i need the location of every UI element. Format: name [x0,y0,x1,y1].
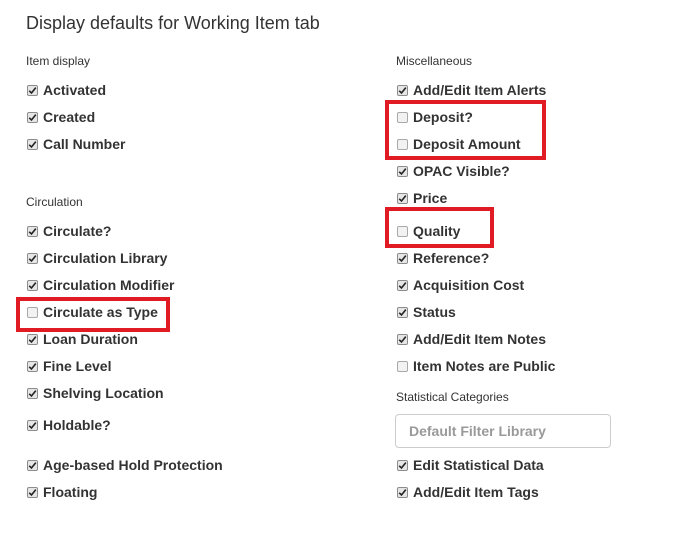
option-label: Floating [43,484,98,500]
option-circulate[interactable]: Circulate? [27,222,111,240]
option-label: Activated [43,82,107,98]
option-status[interactable]: Status [397,303,456,321]
checkmark-icon [398,254,407,262]
option-label: Add/Edit Item Alerts [413,82,547,98]
highlight-box-circulate-as-type [16,297,170,332]
option-label: Acquisition Cost [413,277,525,293]
checkmark-icon [398,335,407,343]
section-heading-miscellaneous: Miscellaneous [396,54,473,68]
option-reference[interactable]: Reference? [397,249,489,267]
option-label: Price [413,190,448,206]
checkmark-icon [28,86,37,94]
checkbox[interactable] [397,279,408,291]
option-label: Shelving Location [43,385,164,401]
filter-library-select[interactable]: Default Filter Library [395,414,611,448]
option-label: OPAC Visible? [413,163,510,179]
option-price[interactable]: Price [397,189,447,207]
checkbox[interactable] [397,306,408,318]
option-add-edit-item-alerts[interactable]: Add/Edit Item Alerts [397,81,546,99]
checkbox[interactable] [27,459,38,471]
option-acquisition-cost[interactable]: Acquisition Cost [397,276,524,294]
checkmark-icon [398,488,407,496]
option-label: Holdable? [43,417,111,433]
section-heading-statistical-categories: Statistical Categories [396,390,509,404]
section-heading-item-display: Item display [26,54,91,68]
checkmark-icon [28,281,37,289]
checkbox[interactable] [27,111,38,123]
checkbox[interactable] [397,486,408,498]
checkbox[interactable] [397,333,408,345]
option-label: Fine Level [43,358,112,374]
option-created[interactable]: Created [27,108,95,126]
checkbox[interactable] [397,360,408,372]
checkbox[interactable] [27,225,38,237]
option-circulation-library[interactable]: Circulation Library [27,249,167,267]
highlight-box-deposit [385,100,546,160]
checkmark-icon [28,254,37,262]
option-edit-statistical-data[interactable]: Edit Statistical Data [397,456,544,474]
checkbox[interactable] [397,192,408,204]
option-circulation-modifier[interactable]: Circulation Modifier [27,276,174,294]
checkbox[interactable] [27,138,38,150]
checkbox[interactable] [27,387,38,399]
checkbox[interactable] [397,84,408,96]
checkmark-icon [28,227,37,235]
checkmark-icon [398,461,407,469]
option-add-edit-item-notes[interactable]: Add/Edit Item Notes [397,330,546,348]
option-activated[interactable]: Activated [27,81,106,99]
checkbox[interactable] [397,252,408,264]
option-label: Edit Statistical Data [413,457,544,473]
checkmark-icon [28,362,37,370]
option-label: Loan Duration [43,331,138,347]
checkmark-icon [28,389,37,397]
option-item-notes-are-public[interactable]: Item Notes are Public [397,357,555,375]
option-fine-level[interactable]: Fine Level [27,357,111,375]
checkmark-icon [28,113,37,121]
checkmark-icon [398,281,407,289]
option-label: Item Notes are Public [413,358,556,374]
option-label: Circulation Library [43,250,168,266]
checkbox[interactable] [27,84,38,96]
option-shelving-location[interactable]: Shelving Location [27,384,164,402]
checkmark-icon [28,461,37,469]
checkbox[interactable] [397,165,408,177]
checkmark-icon [398,194,407,202]
checkbox[interactable] [27,279,38,291]
option-label: Reference? [413,250,490,266]
checkbox[interactable] [27,419,38,431]
checkmark-icon [398,167,407,175]
option-label: Age-based Hold Protection [43,457,223,473]
option-label: Call Number [43,136,126,152]
option-label: Status [413,304,456,320]
checkmark-icon [28,140,37,148]
option-add-edit-item-tags[interactable]: Add/Edit Item Tags [397,483,539,501]
checkmark-icon [398,308,407,316]
option-label: Add/Edit Item Notes [413,331,547,347]
option-label: Circulation Modifier [43,277,175,293]
checkmark-icon [28,488,37,496]
option-floating[interactable]: Floating [27,483,97,501]
checkbox[interactable] [27,360,38,372]
checkmark-icon [398,86,407,94]
page-title: Display defaults for Working Item tab [26,13,320,33]
checkmark-icon [28,335,37,343]
option-label: Circulate? [43,223,112,239]
checkbox[interactable] [27,486,38,498]
option-label: Created [43,109,96,125]
highlight-box-quality [385,207,494,248]
checkmark-icon [28,421,37,429]
option-age-based-hold-protection[interactable]: Age-based Hold Protection [27,456,223,474]
checkbox[interactable] [27,333,38,345]
option-opac-visible[interactable]: OPAC Visible? [397,162,510,180]
option-label: Add/Edit Item Tags [413,484,539,500]
option-call-number[interactable]: Call Number [27,135,125,153]
option-holdable[interactable]: Holdable? [27,416,111,434]
option-loan-duration[interactable]: Loan Duration [27,330,138,348]
section-heading-circulation: Circulation [26,195,83,209]
checkbox[interactable] [397,459,408,471]
checkbox[interactable] [27,252,38,264]
